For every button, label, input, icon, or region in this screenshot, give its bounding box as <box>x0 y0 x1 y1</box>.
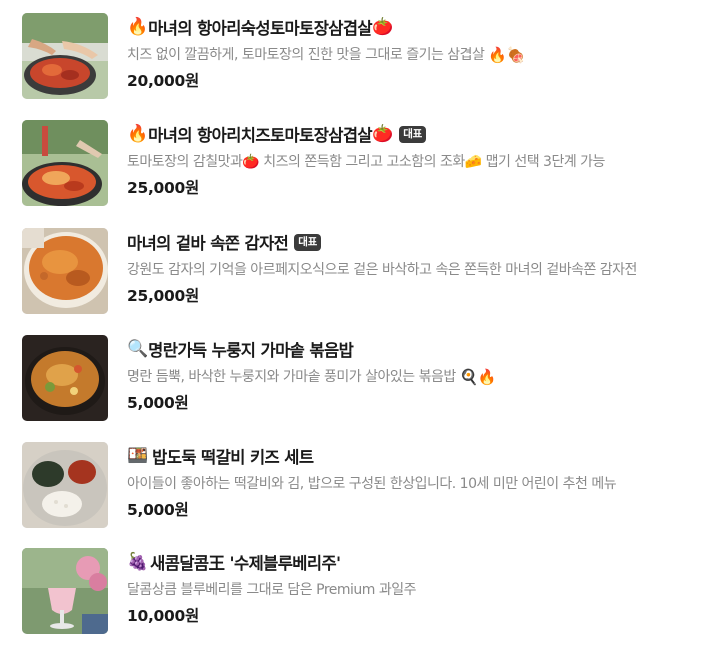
menu-item-info: 마녀의 겉바 속쫀 감자전 대표 강원도 감자의 기억을 아르페지오식으로 겉은… <box>127 228 687 308</box>
bento-box-icon: 🍱 <box>127 445 149 466</box>
fire-icon: 🔥 <box>127 123 149 144</box>
menu-item[interactable]: 🍱 밥도둑 떡갈비 키즈 세트 아이들이 좋아하는 떡갈비와 김, 밥으로 구성… <box>0 442 705 550</box>
cheese-samgyeopsal-photo <box>22 120 108 206</box>
menu-item-info: 🔥 마녀의 항아리치즈토마토장삼겹살 🍅 대표 토마토장의 감칠맛과🍅 치즈의 … <box>127 120 687 200</box>
menu-item[interactable]: 🔥 마녀의 항아리치즈토마토장삼겹살 🍅 대표 토마토장의 감칠맛과🍅 치즈의 … <box>0 120 705 228</box>
menu-item-description-text: 강원도 감자의 기억을 아르페지오식으로 겉은 바삭하고 속은 쫀득한 마녀의 … <box>127 262 637 278</box>
menu-item-name: 마녀의 항아리치즈토마토장삼겹살 <box>148 126 373 145</box>
menu-item-name: 마녀의 항아리숙성토마토장삼겹살 <box>148 19 373 38</box>
menu-item-name-row: 🍇 새콤달콤王 '수제블루베리주' <box>127 548 687 576</box>
menu-item-description-text: 달콤상큼 블루베리를 그대로 담은 Premium 과일주 <box>127 582 417 598</box>
representative-badge: 대표 <box>399 125 426 143</box>
grapes-icon: 🍇 <box>127 551 149 572</box>
potato-pancake-photo <box>22 228 108 314</box>
menu-item-description: 달콤상큼 블루베리를 그대로 담은 Premium 과일주 <box>127 576 682 604</box>
menu-item-name: 새콤달콤王 '수제블루베리주' <box>150 554 341 573</box>
menu-item[interactable]: 🔍 명란가득 누룽지 가마솥 볶음밥 명란 듬뿍, 바삭한 누룽지와 가마솥 풍… <box>0 335 705 443</box>
menu-item-description-text: 토마토장의 감칠맛과🍅 치즈의 쫀득함 그리고 고소함의 조화🧀 맵기 선택 3… <box>127 154 605 170</box>
fire-meat-icon: 🔥🍖 <box>488 45 525 64</box>
menu-item-price: 5,000원 <box>127 501 189 519</box>
menu-item-name-row: 🍱 밥도둑 떡갈비 키즈 세트 <box>127 442 687 470</box>
tomato-icon: 🍅 <box>372 123 394 144</box>
menu-item-description: 명란 듬뿍, 바삭한 누룽지와 가마솥 풍미가 살아있는 볶음밥 🍳🔥 <box>127 363 682 391</box>
menu-item-description-text: 아이들이 좋아하는 떡갈비와 김, 밥으로 구성된 한상입니다. 10세 미만 … <box>127 476 617 492</box>
menu-item-name-row: 🔍 명란가득 누룽지 가마솥 볶음밥 <box>127 335 687 363</box>
menu-item-description: 강원도 감자의 기억을 아르페지오식으로 겉은 바삭하고 속은 쫀득한 마녀의 … <box>127 256 682 284</box>
menu-item-photo <box>22 442 108 528</box>
magnifier-icon: 🔍 <box>127 338 149 359</box>
menu-item-price: 5,000원 <box>127 394 189 412</box>
menu-item-price: 25,000원 <box>127 287 199 305</box>
menu-item-name: 밥도둑 떡갈비 키즈 세트 <box>152 448 314 467</box>
menu-item-description: 치즈 없이 깔끔하게, 토마토장의 진한 맛을 그대로 즐기는 삼겹살 🔥🍖 <box>127 41 682 69</box>
menu-item-description: 아이들이 좋아하는 떡갈비와 김, 밥으로 구성된 한상입니다. 10세 미만 … <box>127 470 682 498</box>
menu-item-description: 토마토장의 감칠맛과🍅 치즈의 쫀득함 그리고 고소함의 조화🧀 맵기 선택 3… <box>127 148 682 176</box>
blueberry-liquor-photo <box>22 548 108 634</box>
menu-item-photo <box>22 548 108 634</box>
samgyeopsal-photo <box>22 13 108 99</box>
menu-item-photo <box>22 335 108 421</box>
menu-item-description-text: 명란 듬뿍, 바삭한 누룽지와 가마솥 풍미가 살아있는 볶음밥 <box>127 369 456 385</box>
fried-rice-photo <box>22 335 108 421</box>
menu-item-photo <box>22 120 108 206</box>
menu-item-name-row: 🔥 마녀의 항아리숙성토마토장삼겹살 🍅 <box>127 13 687 41</box>
fire-icon: 🔥 <box>127 16 149 37</box>
menu-item-photo <box>22 13 108 99</box>
menu-list: 🔥 마녀의 항아리숙성토마토장삼겹살 🍅 치즈 없이 깔끔하게, 토마토장의 진… <box>0 0 705 645</box>
menu-item-price: 25,000원 <box>127 179 199 197</box>
menu-item-price: 10,000원 <box>127 607 199 625</box>
menu-item-name: 명란가득 누룽지 가마솥 볶음밥 <box>148 341 354 360</box>
menu-item-name-row: 🔥 마녀의 항아리치즈토마토장삼겹살 🍅 대표 <box>127 120 687 148</box>
menu-item-name: 마녀의 겉바 속쫀 감자전 <box>127 234 289 253</box>
representative-badge: 대표 <box>294 233 321 251</box>
menu-item-info: 🍱 밥도둑 떡갈비 키즈 세트 아이들이 좋아하는 떡갈비와 김, 밥으로 구성… <box>127 442 687 522</box>
menu-item[interactable]: 마녀의 겉바 속쫀 감자전 대표 강원도 감자의 기억을 아르페지오식으로 겉은… <box>0 228 705 336</box>
menu-item[interactable]: 🍇 새콤달콤王 '수제블루베리주' 달콤상큼 블루베리를 그대로 담은 Prem… <box>0 548 705 656</box>
tomato-icon: 🍅 <box>372 16 394 37</box>
menu-item-price: 20,000원 <box>127 72 199 90</box>
pan-fire-icon: 🍳🔥 <box>459 367 497 386</box>
menu-item-photo <box>22 228 108 314</box>
menu-item-info: 🔍 명란가득 누룽지 가마솥 볶음밥 명란 듬뿍, 바삭한 누룽지와 가마솥 풍… <box>127 335 687 415</box>
kids-set-photo <box>22 442 108 528</box>
menu-item-info: 🍇 새콤달콤王 '수제블루베리주' 달콤상큼 블루베리를 그대로 담은 Prem… <box>127 548 687 628</box>
menu-item-name-row: 마녀의 겉바 속쫀 감자전 대표 <box>127 228 687 256</box>
menu-item-info: 🔥 마녀의 항아리숙성토마토장삼겹살 🍅 치즈 없이 깔끔하게, 토마토장의 진… <box>127 13 687 93</box>
menu-item[interactable]: 🔥 마녀의 항아리숙성토마토장삼겹살 🍅 치즈 없이 깔끔하게, 토마토장의 진… <box>0 13 705 121</box>
menu-item-description-text: 치즈 없이 깔끔하게, 토마토장의 진한 맛을 그대로 즐기는 삼겹살 <box>127 47 485 63</box>
